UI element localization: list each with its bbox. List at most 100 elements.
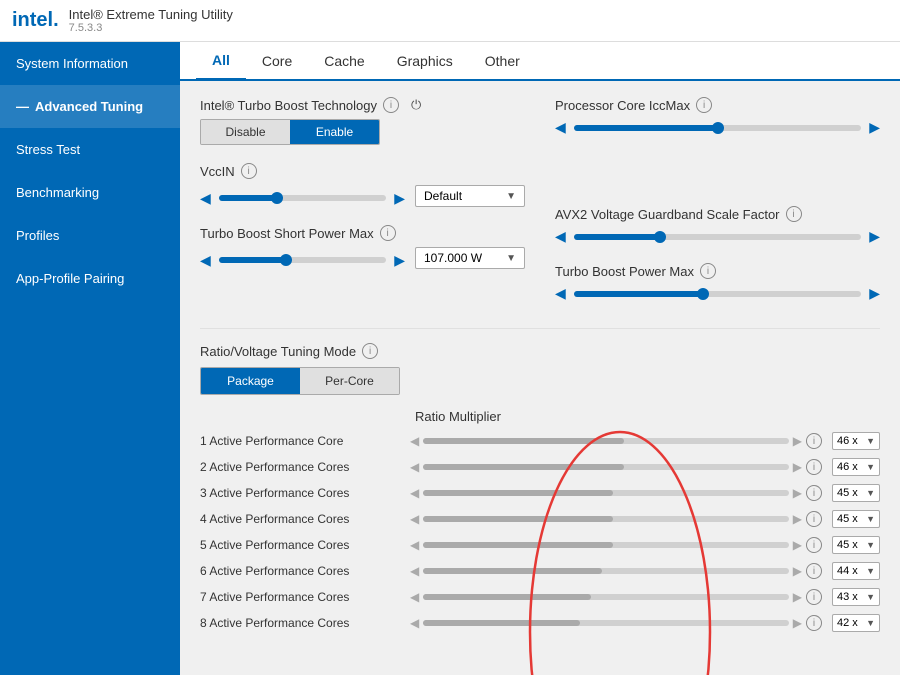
ratio-right-arrow-2[interactable]: ▶ [793, 460, 802, 474]
ratio-right-arrow-8[interactable]: ▶ [793, 616, 802, 630]
ratio-track-1[interactable] [423, 438, 789, 444]
turbo-boost-short-info-icon[interactable]: i [380, 225, 396, 241]
main-panel: Intel® Turbo Boost Technology i ⏻ Disabl… [180, 81, 900, 675]
tab-graphics[interactable]: Graphics [381, 43, 469, 79]
turbo-boost-short-slider-right-arrow[interactable]: ▶ [394, 252, 405, 269]
ratio-right-arrow-6[interactable]: ▶ [793, 564, 802, 578]
turbo-boost-disable-button[interactable]: Disable [201, 120, 290, 144]
iccmax-slider-left-arrow[interactable]: ◀ [555, 119, 566, 136]
tab-bar: All Core Cache Graphics Other [180, 42, 900, 81]
power-max-slider-left-arrow[interactable]: ◀ [555, 285, 566, 302]
avx2-slider-track[interactable] [574, 234, 861, 240]
ratio-left-arrow-7[interactable]: ◀ [410, 590, 419, 604]
ratio-left-arrow-6[interactable]: ◀ [410, 564, 419, 578]
turbo-boost-power-max-info-icon[interactable]: i [700, 263, 716, 279]
power-max-slider-right-arrow[interactable]: ▶ [869, 285, 880, 302]
ratio-label-1: 1 Active Performance Core [200, 434, 410, 448]
turbo-boost-enable-button[interactable]: Enable [290, 120, 379, 144]
ratio-value-6[interactable]: 44 x ▼ [832, 562, 880, 580]
ratio-value-7[interactable]: 43 x ▼ [832, 588, 880, 606]
tab-cache[interactable]: Cache [308, 43, 380, 79]
vccin-slider-left-arrow[interactable]: ◀ [200, 190, 211, 207]
ratio-value-4[interactable]: 45 x ▼ [832, 510, 880, 528]
ratio-info-icon-4[interactable]: i [806, 511, 822, 527]
package-button[interactable]: Package [201, 368, 300, 394]
divider [200, 328, 880, 329]
turbo-boost-technology-label: Intel® Turbo Boost Technology [200, 98, 377, 113]
ratio-value-8[interactable]: 42 x ▼ [832, 614, 880, 632]
processor-core-iccmax-label: Processor Core IccMax [555, 98, 690, 113]
iccmax-slider-right-arrow[interactable]: ▶ [869, 119, 880, 136]
vccin-slider-track[interactable] [219, 195, 386, 201]
ratio-right-arrow-7[interactable]: ▶ [793, 590, 802, 604]
ratio-left-arrow-3[interactable]: ◀ [410, 486, 419, 500]
iccmax-slider-track[interactable] [574, 125, 861, 131]
power-max-slider-fill [574, 291, 703, 297]
ratio-track-2[interactable] [423, 464, 789, 470]
ratio-left-arrow-8[interactable]: ◀ [410, 616, 419, 630]
ratio-info-icon-5[interactable]: i [806, 537, 822, 553]
avx2-slider-thumb[interactable] [654, 231, 666, 243]
power-max-slider-thumb[interactable] [697, 288, 709, 300]
ratio-left-arrow-1[interactable]: ◀ [410, 434, 419, 448]
sidebar-item-advanced-tuning[interactable]: Advanced Tuning [0, 85, 180, 128]
ratio-track-5[interactable] [423, 542, 789, 548]
ratio-right-arrow-4[interactable]: ▶ [793, 512, 802, 526]
turbo-boost-short-dropdown[interactable]: 107.000 W ▼ [415, 247, 525, 269]
vccin-slider-right-arrow[interactable]: ▶ [394, 190, 405, 207]
avx2-slider-right-arrow[interactable]: ▶ [869, 228, 880, 245]
vccin-slider-thumb[interactable] [271, 192, 283, 204]
ratio-track-4[interactable] [423, 516, 789, 522]
sidebar-item-system-information[interactable]: System Information [0, 42, 180, 85]
sidebar-item-profiles[interactable]: Profiles [0, 214, 180, 257]
ratio-row-8: 8 Active Performance Cores ◀ ▶ i 42 x ▼ [200, 614, 880, 632]
vccin-dropdown[interactable]: Default ▼ [415, 185, 525, 207]
ratio-voltage-info-icon[interactable]: i [362, 343, 378, 359]
ratio-info-icon-7[interactable]: i [806, 589, 822, 605]
ratio-right-arrow-3[interactable]: ▶ [793, 486, 802, 500]
ratio-info-icon-1[interactable]: i [806, 433, 822, 449]
ratio-fill-3 [423, 490, 613, 496]
ratio-track-7[interactable] [423, 594, 789, 600]
processor-core-iccmax-info-icon[interactable]: i [696, 97, 712, 113]
turbo-boost-technology-info-icon[interactable]: i [383, 97, 399, 113]
turbo-boost-short-slider-thumb[interactable] [280, 254, 292, 266]
ratio-left-arrow-4[interactable]: ◀ [410, 512, 419, 526]
ratio-track-8[interactable] [423, 620, 789, 626]
tab-core[interactable]: Core [246, 43, 308, 79]
ratio-track-3[interactable] [423, 490, 789, 496]
ratio-value-3[interactable]: 45 x ▼ [832, 484, 880, 502]
sidebar-item-stress-test[interactable]: Stress Test [0, 128, 180, 171]
ratio-track-6[interactable] [423, 568, 789, 574]
ratio-right-arrow-1[interactable]: ▶ [793, 434, 802, 448]
intel-logo: intel. [12, 9, 59, 32]
ratio-value-2[interactable]: 46 x ▼ [832, 458, 880, 476]
avx2-voltage-info-icon[interactable]: i [786, 206, 802, 222]
ratio-value-5[interactable]: 45 x ▼ [832, 536, 880, 554]
tab-all[interactable]: All [196, 42, 246, 81]
avx2-slider-left-arrow[interactable]: ◀ [555, 228, 566, 245]
ratio-info-icon-2[interactable]: i [806, 459, 822, 475]
ratio-left-arrow-5[interactable]: ◀ [410, 538, 419, 552]
tab-other[interactable]: Other [469, 43, 536, 79]
ratio-slider-3: ◀ ▶ i 45 x ▼ [410, 484, 880, 502]
ratio-left-arrow-2[interactable]: ◀ [410, 460, 419, 474]
sidebar-item-app-profile-pairing[interactable]: App-Profile Pairing [0, 257, 180, 300]
turbo-boost-short-slider-track[interactable] [219, 257, 386, 263]
ratio-rows: 1 Active Performance Core ◀ ▶ i 46 x ▼ 2… [200, 432, 880, 632]
ratio-value-arrow-6: ▼ [866, 566, 875, 576]
vccin-info-icon[interactable]: i [241, 163, 257, 179]
turbo-boost-short-slider-left-arrow[interactable]: ◀ [200, 252, 211, 269]
ratio-info-icon-3[interactable]: i [806, 485, 822, 501]
ratio-info-icon-8[interactable]: i [806, 615, 822, 631]
ratio-row-1: 1 Active Performance Core ◀ ▶ i 46 x ▼ [200, 432, 880, 450]
ratio-right-arrow-5[interactable]: ▶ [793, 538, 802, 552]
ratio-row-5: 5 Active Performance Cores ◀ ▶ i 45 x ▼ [200, 536, 880, 554]
sidebar-item-benchmarking[interactable]: Benchmarking [0, 171, 180, 214]
power-max-slider-track[interactable] [574, 291, 861, 297]
per-core-button[interactable]: Per-Core [300, 368, 399, 394]
ratio-value-1[interactable]: 46 x ▼ [832, 432, 880, 450]
power-icon[interactable]: ⏻ [411, 97, 421, 113]
ratio-info-icon-6[interactable]: i [806, 563, 822, 579]
iccmax-slider-thumb[interactable] [712, 122, 724, 134]
